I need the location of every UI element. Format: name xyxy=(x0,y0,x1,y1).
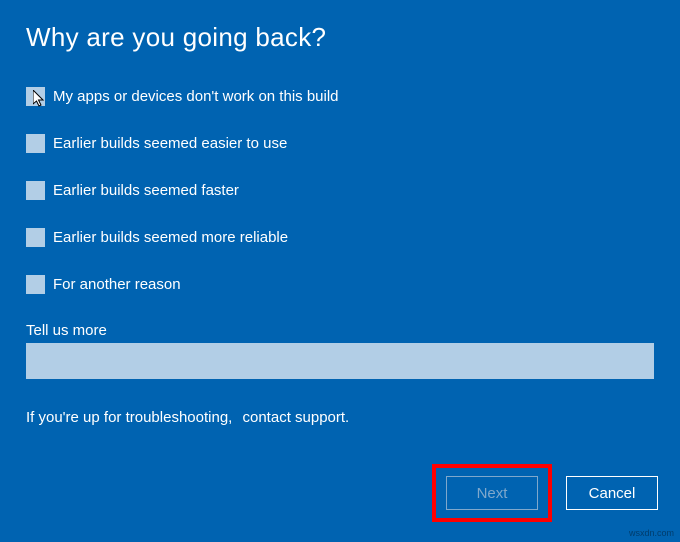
checkbox-faster[interactable] xyxy=(26,181,45,200)
option-row-faster[interactable]: Earlier builds seemed faster xyxy=(26,181,654,200)
cancel-button[interactable]: Cancel xyxy=(566,476,658,510)
option-label: Earlier builds seemed easier to use xyxy=(53,135,287,152)
checkbox-reliable[interactable] xyxy=(26,228,45,247)
option-row-easier[interactable]: Earlier builds seemed easier to use xyxy=(26,134,654,153)
option-row-apps-devices[interactable]: My apps or devices don't work on this bu… xyxy=(26,87,654,106)
support-prefix: If you're up for troubleshooting, xyxy=(26,409,232,426)
tell-us-more-label: Tell us more xyxy=(26,322,654,339)
next-button[interactable]: Next xyxy=(446,476,538,510)
dialog-container: Why are you going back? My apps or devic… xyxy=(0,0,680,426)
contact-support-link[interactable]: contact support. xyxy=(243,409,350,426)
tell-us-more-input[interactable] xyxy=(26,343,654,379)
page-title: Why are you going back? xyxy=(26,22,654,53)
option-label: Earlier builds seemed faster xyxy=(53,182,239,199)
checkbox-easier[interactable] xyxy=(26,134,45,153)
option-row-another[interactable]: For another reason xyxy=(26,275,654,294)
support-row: If you're up for troubleshooting, contac… xyxy=(26,409,654,426)
option-label: My apps or devices don't work on this bu… xyxy=(53,88,339,105)
checkbox-another[interactable] xyxy=(26,275,45,294)
checkbox-apps-devices[interactable] xyxy=(26,87,45,106)
button-row: Next Cancel xyxy=(432,464,658,522)
option-label: For another reason xyxy=(53,276,181,293)
option-label: Earlier builds seemed more reliable xyxy=(53,229,288,246)
next-highlight-box: Next xyxy=(432,464,552,522)
option-row-reliable[interactable]: Earlier builds seemed more reliable xyxy=(26,228,654,247)
watermark: wsxdn.com xyxy=(629,528,674,538)
